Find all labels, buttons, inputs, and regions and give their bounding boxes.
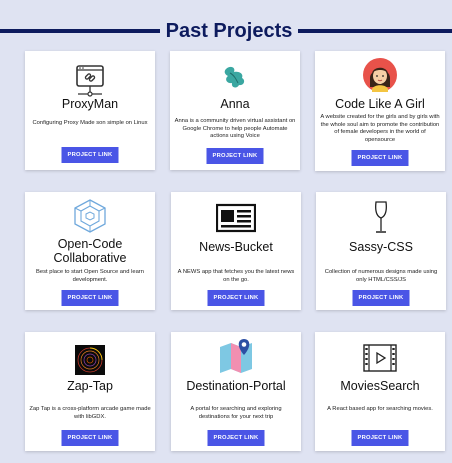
project-card-sassy-css: Sassy-CSS Collection of numerous designs… [316, 192, 446, 310]
project-name: Sassy-CSS [349, 240, 413, 254]
project-link-button[interactable]: PROJECT LINK [61, 290, 119, 306]
project-link-button[interactable]: PROJECT LINK [352, 290, 410, 306]
project-card-code-like-a-girl: Code Like A Girl A website created for t… [315, 51, 445, 171]
project-name: Zap-Tap [67, 379, 113, 393]
spiral-game-icon [25, 336, 155, 384]
header-divider-left [0, 29, 160, 33]
project-link-button[interactable]: PROJECT LINK [351, 430, 409, 446]
project-name: ProxyMan [61, 97, 119, 111]
project-description: Best place to start Open Source and lear… [36, 269, 144, 283]
wine-glass-icon [316, 194, 446, 242]
project-name: MoviesSearch [340, 379, 420, 393]
project-card-movies-search: MoviesSearch A React based app for searc… [315, 332, 445, 451]
project-description: A React based app for searching movies. [327, 406, 433, 412]
section-title: Past Projects [165, 20, 293, 42]
project-link-button[interactable]: PROJECT LINK [351, 150, 409, 166]
project-link-button[interactable]: PROJECT LINK [207, 430, 265, 446]
project-description: A portal for searching and exploring des… [190, 406, 282, 420]
cube-logo-icon [25, 192, 155, 240]
project-name: Code Like A Girl [335, 97, 425, 111]
project-name: Destination-Portal [186, 379, 286, 393]
project-description: Collection of numerous designs made usin… [324, 269, 438, 283]
project-name: News-Bucket [199, 240, 273, 254]
project-description: Zap Tap is a cross-platform arcade game … [29, 406, 151, 420]
project-link-button[interactable]: PROJECT LINK [206, 148, 264, 164]
map-pin-icon [171, 332, 301, 380]
project-description: A website created for the girls and by g… [320, 114, 440, 143]
project-link-button[interactable]: PROJECT LINK [61, 430, 119, 446]
project-card-anna: Anna Anna is a community driven virtual … [170, 51, 300, 170]
project-name: Open-Code Collaborative [53, 237, 127, 265]
project-name: Anna [220, 97, 250, 111]
project-description: A NEWS app that fetches you the latest n… [177, 269, 295, 283]
project-card-news-bucket: News-Bucket A NEWS app that fetches you … [171, 192, 301, 310]
section-header: Past Projects [0, 17, 452, 45]
film-strip-icon [315, 334, 445, 382]
project-description: Configuring Proxy Made son simple on Lin… [32, 120, 148, 126]
leaf-logo-icon [170, 53, 300, 101]
girl-avatar-icon [315, 51, 445, 99]
project-link-button[interactable]: PROJECT LINK [207, 290, 265, 306]
project-link-button[interactable]: PROJECT LINK [61, 147, 119, 163]
project-card-proxyman: ProxyMan Configuring Proxy Made son simp… [25, 51, 155, 170]
newspaper-icon [171, 194, 301, 242]
project-description: Anna is a community driven virtual assis… [174, 118, 296, 140]
project-card-zap-tap: Zap-Tap Zap Tap is a cross-platform arca… [25, 332, 155, 451]
header-divider-right [298, 29, 452, 33]
project-card-open-code: Open-Code Collaborative Best place to st… [25, 192, 155, 310]
project-card-destination-portal: Destination-Portal A portal for searchin… [171, 332, 301, 451]
